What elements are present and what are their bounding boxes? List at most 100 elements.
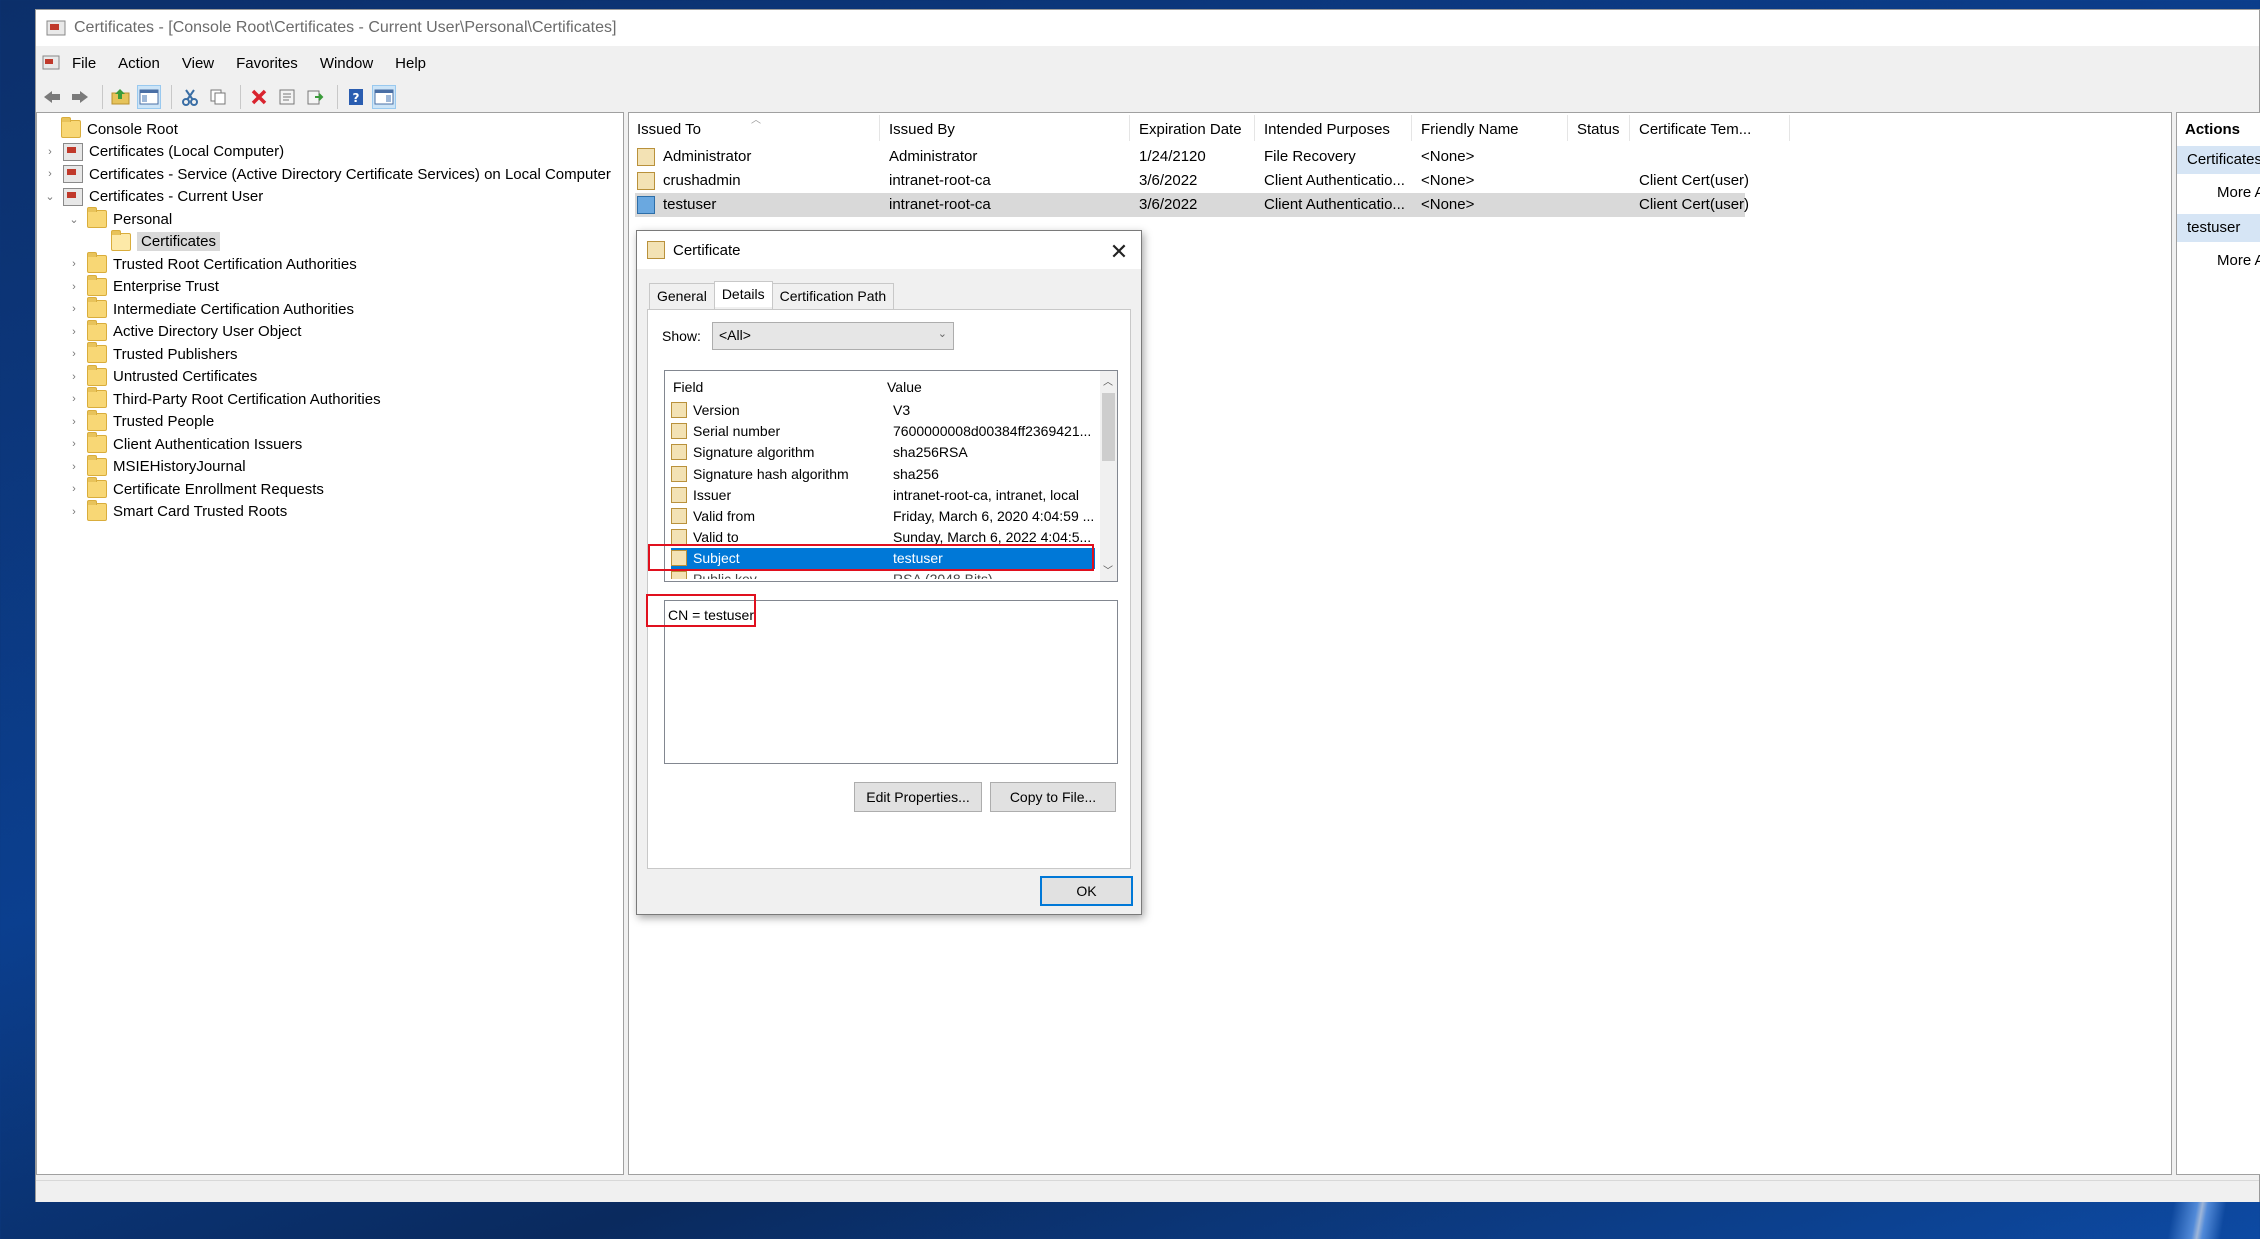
field-value: 7600000008d00384ff2369421...	[893, 423, 1092, 440]
field-row[interactable]: Signature algorithm sha256RSA	[671, 442, 1095, 463]
expand-icon[interactable]: ›	[67, 348, 81, 360]
details-tab-body: Show: <All> ⌄ Field Value Version V3 Seria…	[647, 309, 1131, 869]
menu-view[interactable]: View	[182, 55, 214, 72]
column-separator[interactable]	[1254, 115, 1255, 141]
menu-file[interactable]: File	[72, 55, 96, 72]
tree-item[interactable]: › Certificates - Service (Active Director…	[43, 163, 611, 185]
tree-item-label: Certificates (Local Computer)	[89, 143, 285, 160]
folder-icon	[87, 297, 107, 318]
scroll-up-icon[interactable]: ︿	[1103, 373, 1113, 388]
tree-item[interactable]: › Certificate Enrollment Requests	[67, 477, 324, 500]
field-row[interactable]: Valid from Friday, March 6, 2020 4:04:59 …	[671, 506, 1095, 527]
forward-icon[interactable]	[68, 85, 92, 109]
tree-item[interactable]: ⌄ Certificates - Current User	[43, 186, 263, 208]
actions-group-testuser[interactable]: testuser	[2177, 214, 2260, 242]
show-hide-tree-icon[interactable]	[137, 85, 161, 109]
export-icon[interactable]	[303, 85, 327, 109]
actions-group-certificates[interactable]: Certificates	[2177, 146, 2260, 174]
expand-icon[interactable]: ›	[43, 146, 57, 158]
cut-icon[interactable]	[178, 85, 202, 109]
menu-window[interactable]: Window	[320, 55, 373, 72]
column-separator[interactable]	[1629, 115, 1630, 141]
action-pane-icon[interactable]	[372, 85, 396, 109]
more-actions-link[interactable]: More A	[2217, 252, 2260, 269]
tree-item[interactable]: › Active Directory User Object	[67, 319, 301, 343]
expand-icon[interactable]: ›	[67, 438, 81, 450]
field-row[interactable]: Version V3	[671, 400, 1095, 421]
edit-properties-button[interactable]: Edit Properties...	[854, 782, 982, 812]
field-row[interactable]: Signature hash algorithm sha256	[671, 464, 1095, 485]
tree-item[interactable]: › Trusted Root Certification Authorities	[67, 252, 357, 275]
tree-item[interactable]: › Enterprise Trust	[67, 274, 219, 298]
tree-item[interactable]: Console Root	[41, 117, 178, 140]
expand-icon[interactable]: ›	[67, 303, 81, 315]
column-certificate-template[interactable]: Certificate Tem...	[1639, 121, 1751, 138]
tree-item[interactable]: Certificates	[91, 229, 221, 253]
expand-icon[interactable]: ›	[67, 416, 81, 428]
expand-icon[interactable]: ›	[67, 371, 81, 383]
back-icon[interactable]	[40, 85, 64, 109]
expand-icon[interactable]: ›	[67, 461, 81, 473]
column-separator[interactable]	[879, 115, 880, 141]
column-status[interactable]: Status	[1577, 121, 1620, 138]
tree-item[interactable]: › MSIEHistoryJournal	[67, 454, 246, 478]
column-issued-to[interactable]: Issued To	[637, 121, 701, 138]
expand-icon[interactable]: ›	[67, 281, 81, 293]
tree-item[interactable]: › Trusted Publishers	[67, 342, 238, 365]
expand-icon[interactable]: ›	[43, 168, 57, 180]
certificate-dialog: Certificate ✕ General Details Certificat…	[636, 230, 1142, 915]
expand-icon[interactable]: ›	[67, 506, 81, 518]
column-separator[interactable]	[1789, 115, 1790, 141]
expand-icon[interactable]: ›	[67, 326, 81, 338]
column-issued-by[interactable]: Issued By	[889, 121, 955, 138]
field-value: V3	[893, 402, 911, 418]
up-folder-icon[interactable]	[109, 85, 133, 109]
table-row[interactable]: crushadmin intranet-root-ca 3/6/2022 Client…	[635, 169, 1749, 193]
tree-item[interactable]: ⌄ Personal	[67, 207, 172, 230]
value-column-header[interactable]: Value	[887, 379, 922, 395]
tree-item[interactable]: › Third-Party Root Certification Authorit…	[67, 387, 381, 410]
copy-icon[interactable]	[206, 85, 230, 109]
properties-icon[interactable]	[275, 85, 299, 109]
expand-icon[interactable]: ›	[67, 258, 81, 270]
tree-item[interactable]: › Smart Card Trusted Roots	[67, 499, 287, 523]
column-expiration-date[interactable]: Expiration Date	[1139, 121, 1242, 138]
expand-icon[interactable]: ›	[67, 483, 81, 495]
copy-to-file-button[interactable]: Copy to File...	[990, 782, 1116, 812]
ok-button[interactable]: OK	[1040, 876, 1133, 906]
tab-certification-path[interactable]: Certification Path	[771, 283, 895, 309]
delete-icon[interactable]	[247, 85, 271, 109]
system-menu-icon[interactable]	[42, 54, 60, 72]
scroll-down-icon[interactable]: ﹀	[1103, 562, 1113, 577]
field-row[interactable]: Serial number 7600000008d00384ff2369421..…	[671, 421, 1095, 442]
help-icon[interactable]: ?	[344, 85, 368, 109]
tree-item[interactable]: › Client Authentication Issuers	[67, 432, 302, 455]
expand-icon[interactable]: ›	[67, 393, 81, 405]
field-list-scrollbar[interactable]: ︿ ﹀	[1100, 371, 1117, 581]
tab-general[interactable]: General	[649, 283, 715, 309]
tab-details[interactable]: Details	[713, 281, 773, 307]
tree-item[interactable]: › Untrusted Certificates	[67, 364, 257, 388]
column-separator[interactable]	[1411, 115, 1412, 141]
field-row[interactable]: Issuer intranet-root-ca, intranet, local	[671, 485, 1095, 506]
close-icon[interactable]: ✕	[1107, 239, 1131, 265]
column-friendly-name[interactable]: Friendly Name	[1421, 121, 1519, 138]
table-row[interactable]: testuser intranet-root-ca 3/6/2022 Client A…	[635, 193, 1749, 217]
menu-help[interactable]: Help	[395, 55, 426, 72]
tree-item[interactable]: › Certificates (Local Computer)	[43, 141, 284, 163]
column-intended-purposes[interactable]: Intended Purposes	[1264, 121, 1390, 138]
show-filter-select[interactable]: <All> ⌄	[712, 322, 954, 350]
table-row[interactable]: Administrator Administrator 1/24/2120 File …	[635, 145, 1745, 169]
column-separator[interactable]	[1129, 115, 1130, 141]
more-actions-link[interactable]: More A	[2217, 184, 2260, 201]
tree-item[interactable]: › Trusted People	[67, 409, 214, 433]
field-column-header[interactable]: Field	[673, 379, 703, 395]
collapse-icon[interactable]: ⌄	[67, 213, 81, 226]
collapse-icon[interactable]: ⌄	[43, 190, 57, 203]
menu-favorites[interactable]: Favorites	[236, 55, 298, 72]
scrollbar-thumb[interactable]	[1102, 393, 1115, 461]
menu-action[interactable]: Action	[118, 55, 160, 72]
column-separator[interactable]	[1567, 115, 1568, 141]
tree-item[interactable]: › Intermediate Certification Authorities	[67, 297, 354, 320]
cell-issued-by: Administrator	[889, 148, 978, 165]
